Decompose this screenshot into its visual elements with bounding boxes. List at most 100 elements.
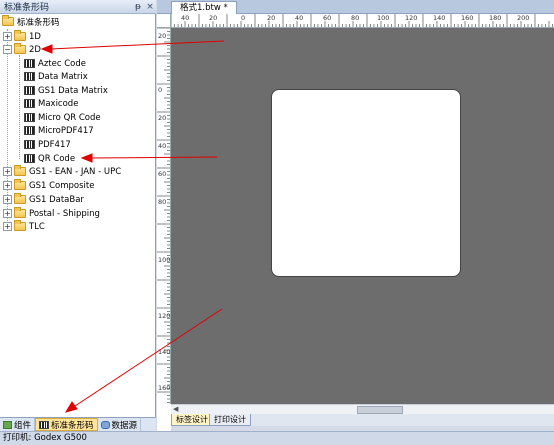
vertical-ruler: 20 0 20 40 60 80 100 120 140 160 <box>157 28 171 404</box>
expand-icon[interactable]: + <box>3 167 12 176</box>
collapse-icon[interactable]: − <box>3 45 12 54</box>
tab-components[interactable]: 组件 <box>0 418 36 431</box>
tree-item-label: GS1 Composite <box>29 180 95 191</box>
barcode-icon <box>24 59 35 68</box>
panel-tabs: 组件 标准条形码 数据源 <box>0 417 156 431</box>
tree-item-maxicode[interactable]: Maxicode <box>24 97 78 110</box>
barcode-panel: 标准条形码 ᵽ × 标准条形码 + 1D − 2D Aztec Code Dat… <box>0 0 156 431</box>
horizontal-ruler: 40 20 0 20 40 60 80 100 120 140 160 180 … <box>171 14 554 28</box>
ruler-label: 80 <box>351 14 360 22</box>
tree-item-data-matrix[interactable]: Data Matrix <box>24 70 88 83</box>
ruler-label: 20 <box>209 14 218 22</box>
ruler-label: 0 <box>241 14 246 22</box>
tree-item-label: Postal - Shipping <box>29 208 100 219</box>
folder-icon <box>14 207 26 218</box>
tab-print-design[interactable]: 打印设计 <box>209 414 251 426</box>
tab-label: 组件 <box>14 420 32 431</box>
expand-icon[interactable]: + <box>3 222 12 231</box>
scroll-left-icon[interactable]: ◀ <box>173 405 178 413</box>
tree-item-label: 2D <box>29 44 41 55</box>
panel-title: 标准条形码 <box>4 3 50 13</box>
ruler-label: 120 <box>158 312 171 320</box>
folder-icon <box>14 179 26 190</box>
tree-item-tlc[interactable]: + TLC <box>3 220 45 233</box>
folder-icon <box>14 193 26 204</box>
folder-icon <box>14 30 26 41</box>
components-icon <box>3 420 12 429</box>
tab-label: 数据源 <box>111 420 138 431</box>
tree-item-label: MicroPDF417 <box>38 125 94 136</box>
expand-icon[interactable]: + <box>3 181 12 190</box>
tree-item-qr-code[interactable]: QR Code <box>24 152 75 165</box>
design-canvas[interactable] <box>171 28 554 404</box>
ruler-label: 160 <box>461 14 474 22</box>
barcode-icon <box>24 86 35 95</box>
folder-open-icon <box>2 15 14 26</box>
tree-item-label: GS1 - EAN - JAN - UPC <box>29 166 122 177</box>
barcode-icon <box>24 154 35 163</box>
tree-root-label: 标准条形码 <box>17 17 60 28</box>
barcode-icon <box>24 140 35 149</box>
ruler-label: 60 <box>158 170 167 178</box>
ruler-label: 40 <box>158 142 167 150</box>
tree-item-postal-shipping[interactable]: + Postal - Shipping <box>3 207 100 220</box>
tab-label-design[interactable]: 标签设计 <box>171 414 213 426</box>
tree-item-gs1-composite[interactable]: + GS1 Composite <box>3 179 94 192</box>
barcode-icon <box>24 126 35 135</box>
ruler-label: 20 <box>267 14 276 22</box>
view-tabs: 标签设计 打印设计 <box>171 414 554 426</box>
document-tab-bar: 格式1.btw * <box>157 0 554 14</box>
ruler-label: 40 <box>181 14 190 22</box>
tree-item-1d[interactable]: + 1D <box>3 30 41 43</box>
document-tab[interactable]: 格式1.btw * <box>171 1 237 14</box>
close-icon[interactable]: × <box>144 2 156 12</box>
expand-icon[interactable]: + <box>3 32 12 41</box>
ruler-label: 60 <box>323 14 332 22</box>
expand-icon[interactable]: + <box>3 195 12 204</box>
database-icon <box>100 420 110 429</box>
tab-standard-barcodes[interactable]: 标准条形码 <box>35 418 98 431</box>
tree-root[interactable]: 标准条形码 <box>2 15 60 28</box>
ruler-filler <box>157 404 171 431</box>
ruler-label: 140 <box>433 14 446 22</box>
tree-item-label: Data Matrix <box>38 71 88 82</box>
tree-item-gs1-ean-jan-upc[interactable]: + GS1 - EAN - JAN - UPC <box>3 165 121 178</box>
ruler-label: 180 <box>489 14 502 22</box>
barcode-icon <box>39 420 50 429</box>
tree-item-label: Aztec Code <box>38 58 86 69</box>
ruler-label: 200 <box>517 14 530 22</box>
expand-icon[interactable]: + <box>3 209 12 218</box>
tree-item-gs1-data-matrix[interactable]: GS1 Data Matrix <box>24 84 108 97</box>
tree-item-label: 1D <box>29 31 41 42</box>
tree-line <box>19 55 20 159</box>
ruler-label: 100 <box>377 14 390 22</box>
folder-icon <box>14 220 26 231</box>
scrollbar-thumb[interactable] <box>357 406 403 414</box>
label-paper[interactable] <box>271 89 461 277</box>
ruler-label: 120 <box>405 14 418 22</box>
panel-header: 标准条形码 ᵽ × <box>0 0 156 14</box>
ruler-label: 100 <box>158 256 171 264</box>
tree-item-label: Micro QR Code <box>38 112 101 123</box>
ruler-label: 0 <box>158 86 163 94</box>
barcode-icon <box>24 99 35 108</box>
tree-item-gs1-databar[interactable]: + GS1 DataBar <box>3 193 84 206</box>
tree-item-aztec-code[interactable]: Aztec Code <box>24 57 86 70</box>
ruler-label: 160 <box>158 384 171 392</box>
ruler-label: 80 <box>158 198 167 206</box>
ruler-corner <box>157 14 171 28</box>
folder-open-icon <box>14 43 26 54</box>
folder-icon <box>14 165 26 176</box>
tree-item-label: Maxicode <box>38 98 79 109</box>
status-bar: 打印机: Godex G500 <box>0 431 554 445</box>
tree-item-2d[interactable]: − 2D <box>3 43 41 56</box>
tree-item-pdf417[interactable]: PDF417 <box>24 138 71 151</box>
tree-item-label: QR Code <box>38 153 76 164</box>
horizontal-scrollbar[interactable]: ◀ <box>171 404 554 414</box>
tab-data-sources[interactable]: 数据源 <box>98 418 142 431</box>
pin-icon[interactable]: ᵽ <box>132 2 144 12</box>
tab-label: 标准条形码 <box>51 420 94 431</box>
tree-item-micro-qr-code[interactable]: Micro QR Code <box>24 111 101 124</box>
ruler-label: 40 <box>295 14 304 22</box>
tree-item-micropdf417[interactable]: MicroPDF417 <box>24 124 94 137</box>
